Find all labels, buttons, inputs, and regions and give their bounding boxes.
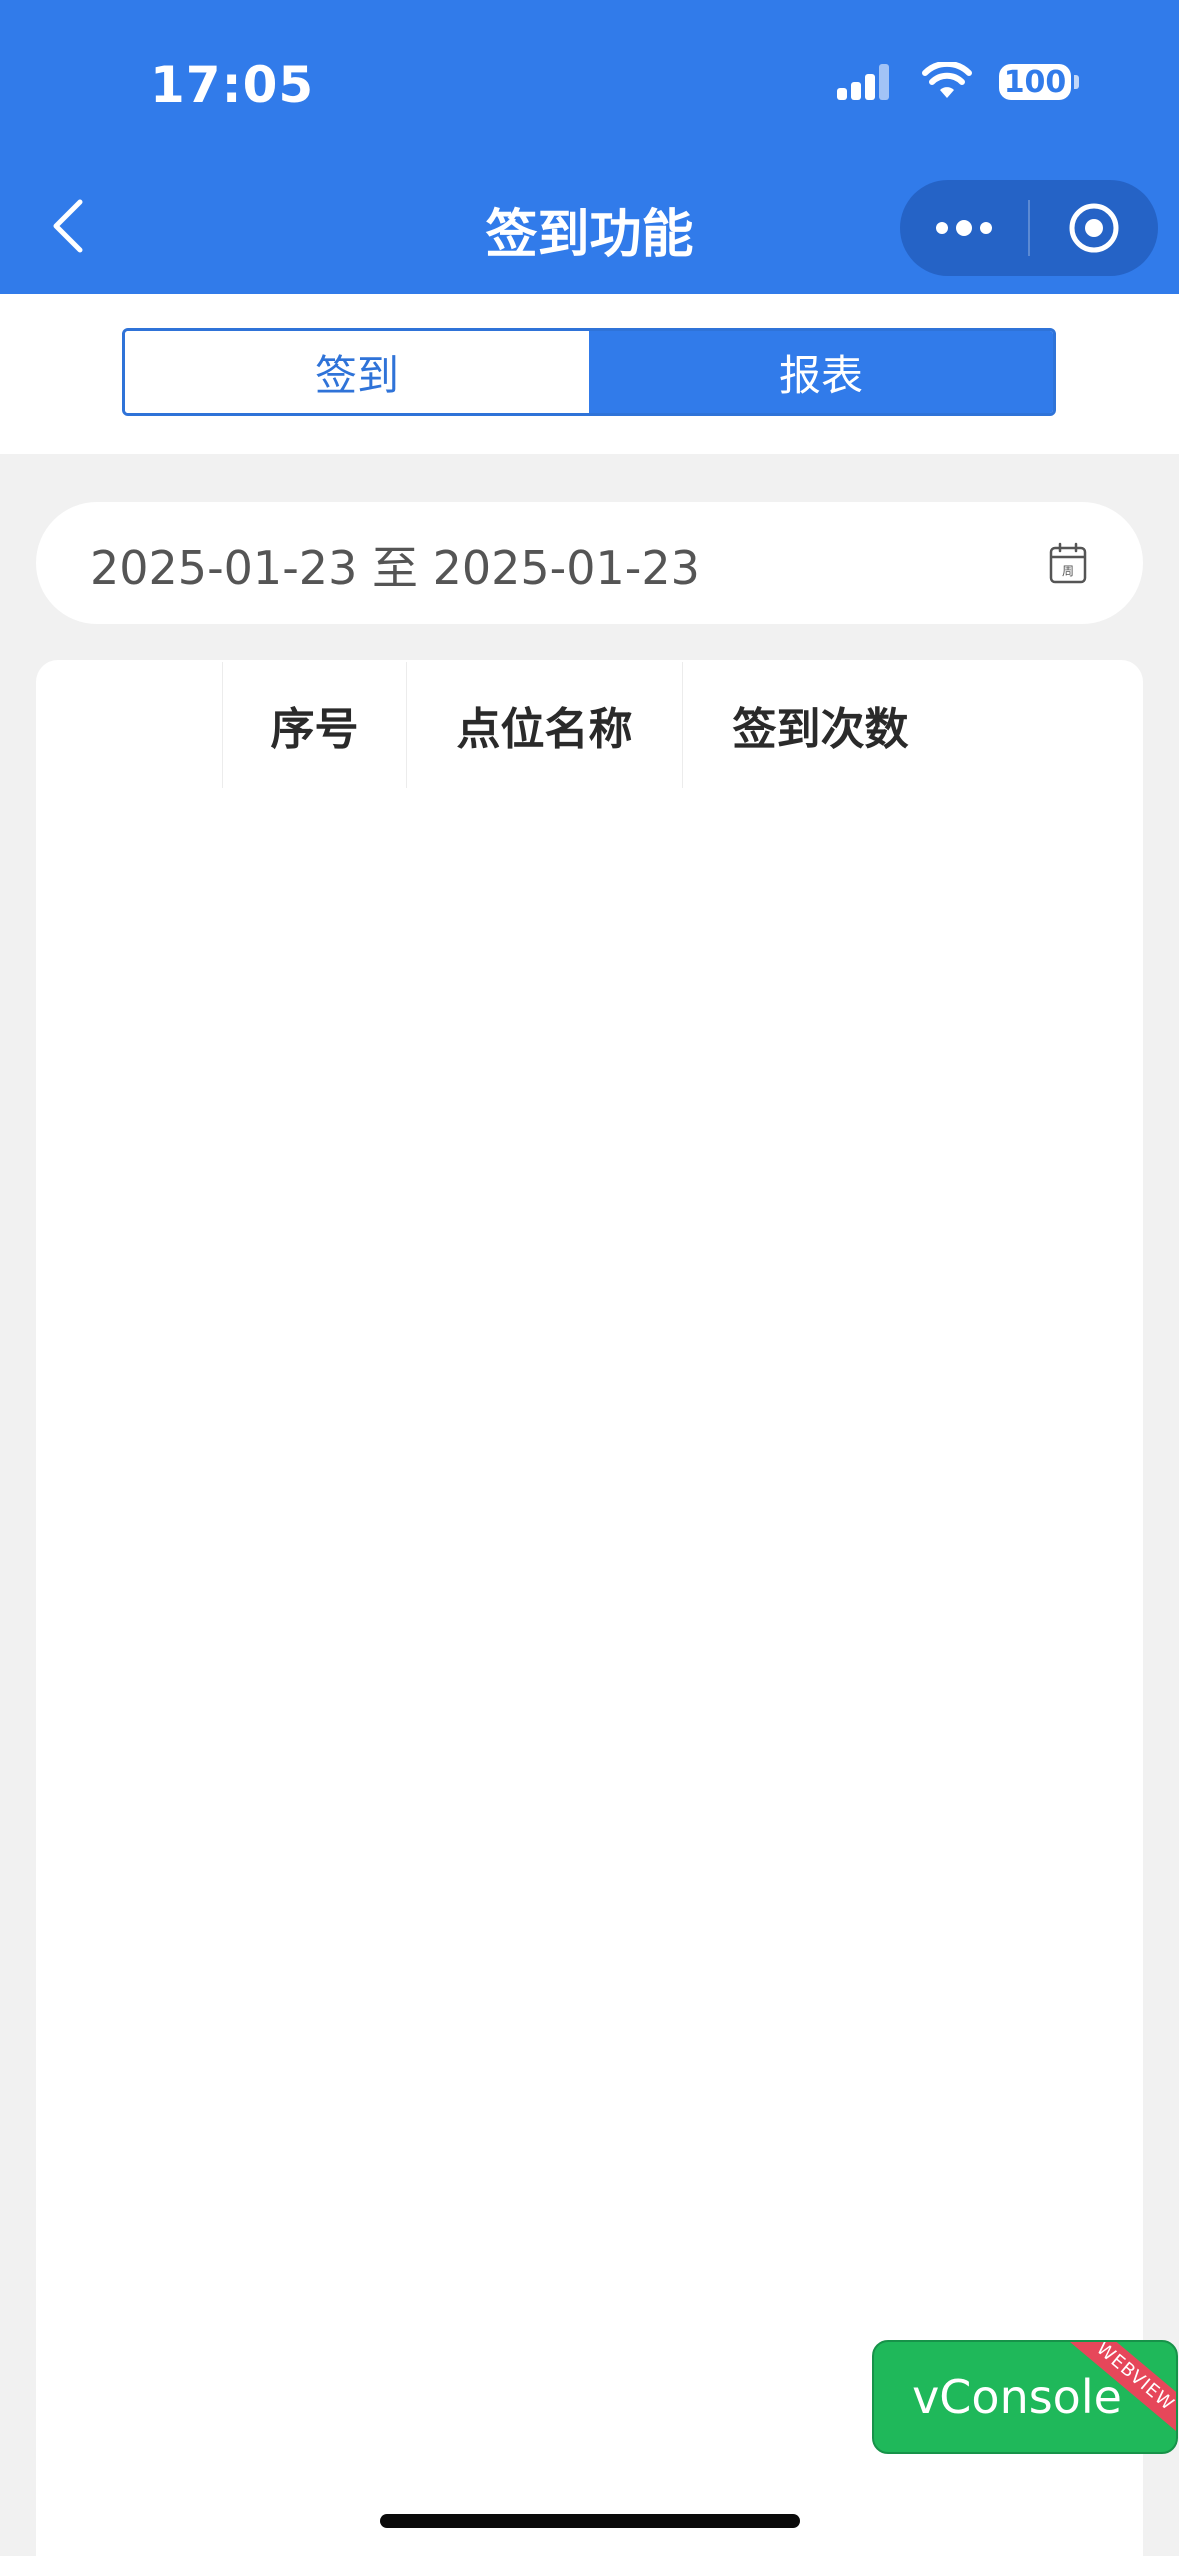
table-header: 序号 点位名称 签到次数 (222, 662, 958, 788)
top-header: 17:05 100 签到功能 (0, 0, 1179, 294)
battery-level: 100 (999, 64, 1071, 100)
target-circle-icon (1069, 203, 1119, 253)
vconsole-label: vConsole (912, 2370, 1122, 2424)
date-range-picker[interactable]: 2025-01-23 至 2025-01-23 周 (36, 502, 1143, 624)
status-icons: 100 (835, 62, 1079, 102)
tab-sign-in[interactable]: 签到 (125, 331, 589, 413)
report-table: 序号 点位名称 签到次数 (36, 660, 1143, 2556)
column-header-point-name: 点位名称 (406, 662, 682, 788)
column-header-sign-count: 签到次数 (682, 662, 958, 788)
more-dots-icon (936, 220, 992, 236)
close-mini-program-button[interactable] (1030, 180, 1158, 276)
battery-tip (1074, 75, 1079, 89)
segmented-control: 签到 报表 (122, 328, 1056, 416)
mini-program-capsule (900, 180, 1158, 276)
column-header-seq: 序号 (222, 662, 406, 788)
wifi-icon (922, 62, 972, 98)
battery-indicator: 100 (999, 64, 1079, 100)
calendar-label: 周 (1062, 564, 1074, 578)
vconsole-button[interactable]: vConsole WEBVIEW (872, 2340, 1178, 2454)
date-range-text: 2025-01-23 至 2025-01-23 (90, 541, 700, 595)
tab-area: 签到 报表 (0, 294, 1179, 454)
tab-report[interactable]: 报表 (589, 331, 1053, 413)
status-time: 17:05 (150, 56, 315, 114)
cellular-signal-icon (837, 64, 889, 100)
calendar-icon[interactable]: 周 (1049, 542, 1087, 584)
home-indicator[interactable] (380, 2514, 800, 2528)
more-button[interactable] (900, 180, 1028, 276)
